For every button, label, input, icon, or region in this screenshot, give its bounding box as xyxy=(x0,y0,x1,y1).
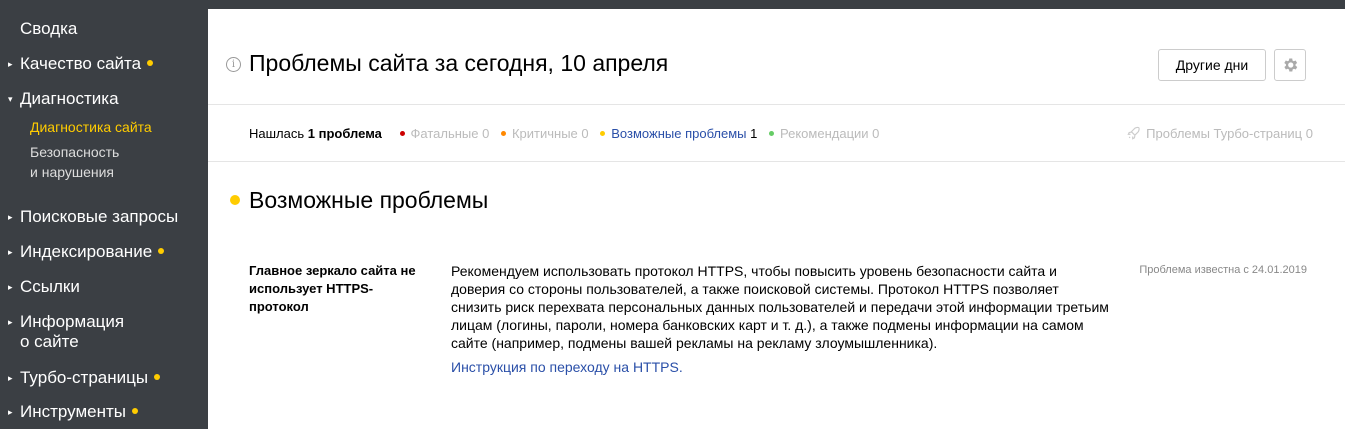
filter-label: Проблемы Турбо-страниц xyxy=(1146,126,1303,141)
chevron-down-icon: ▾ xyxy=(8,94,13,104)
sidebar-item-search-queries[interactable]: ▸ Поисковые запросы xyxy=(8,207,178,227)
sidebar-subitem-label: и нарушения xyxy=(30,164,115,180)
filter-label: Фатальные xyxy=(410,126,479,141)
sidebar-item-site-info[interactable]: ▸ Информация о сайте xyxy=(8,312,124,352)
chevron-right-icon: ▸ xyxy=(8,212,13,222)
status-dot xyxy=(154,374,161,380)
critical-dot xyxy=(500,131,506,136)
filter-recommendations[interactable]: Рекомендации 0 xyxy=(769,126,879,141)
filter-label: Рекомендации xyxy=(780,126,869,141)
problem-filters: Нашлась 1 проблема Фатальные 0 Критичные… xyxy=(208,105,1345,162)
sidebar-item-label: Информация xyxy=(20,312,125,331)
sidebar-subitem-label: Безопасность xyxy=(30,144,120,160)
sidebar-item-label: Поисковые запросы xyxy=(20,207,179,226)
chevron-right-icon: ▸ xyxy=(8,247,13,257)
problem-name: Главное зеркало сайта не использует HTTP… xyxy=(249,263,416,314)
filter-turbo-problems[interactable]: Проблемы Турбо-страниц 0 xyxy=(1127,126,1313,141)
found-summary: Нашлась 1 проблема xyxy=(249,126,382,141)
status-dot xyxy=(158,248,165,254)
status-dot xyxy=(147,60,154,66)
sidebar-item-links[interactable]: ▸ Ссылки xyxy=(8,277,80,297)
filter-label: Возможные проблемы xyxy=(611,126,747,141)
sidebar-item-label: Индексирование xyxy=(20,242,153,261)
filter-critical[interactable]: Критичные 0 xyxy=(500,126,589,141)
recommend-dot xyxy=(769,131,775,136)
filter-count: 0 xyxy=(872,126,880,141)
chevron-right-icon: ▸ xyxy=(8,373,13,383)
filter-count: 0 xyxy=(482,126,490,141)
sidebar-item-summary[interactable]: Сводка xyxy=(20,19,77,39)
sidebar-item-label: о сайте xyxy=(20,332,79,351)
gear-icon xyxy=(1284,58,1298,72)
chevron-right-icon: ▸ xyxy=(8,59,13,69)
problem-description: Рекомендуем использовать протокол HTTPS,… xyxy=(451,263,1109,351)
sidebar-item-diagnostics[interactable]: ▾ Диагностика xyxy=(8,89,119,109)
other-days-button[interactable]: Другие дни xyxy=(1158,49,1266,81)
info-icon[interactable]: i xyxy=(226,57,241,72)
sidebar-item-label: Сводка xyxy=(20,19,78,38)
sidebar-item-label: Турбо-страницы xyxy=(20,368,149,387)
sidebar-item-label: Диагностика xyxy=(20,89,119,108)
sidebar-subitem-site-diagnostics[interactable]: Диагностика сайта xyxy=(30,117,152,137)
settings-button[interactable] xyxy=(1274,49,1306,81)
https-instruction-link[interactable]: Инструкция по переходу на HTTPS. xyxy=(451,359,683,375)
chevron-right-icon: ▸ xyxy=(8,317,13,327)
status-dot xyxy=(132,408,139,414)
chevron-right-icon: ▸ xyxy=(8,282,13,292)
found-prefix: Нашлась xyxy=(249,126,305,141)
page-title: Проблемы сайта за сегодня, 10 апреля xyxy=(249,50,669,76)
rocket-icon xyxy=(1127,126,1140,140)
filter-fatal[interactable]: Фатальные 0 xyxy=(399,126,490,141)
page-header: i Проблемы сайта за сегодня, 10 апреля Д… xyxy=(208,9,1345,105)
sidebar-item-site-quality[interactable]: ▸ Качество сайта xyxy=(8,54,154,74)
filter-possible[interactable]: Возможные проблемы 1 xyxy=(600,126,757,141)
filter-count: 0 xyxy=(581,126,589,141)
sidebar-subitem-security[interactable]: Безопасность и нарушения xyxy=(30,142,119,182)
possible-dot xyxy=(600,131,606,136)
chevron-right-icon: ▸ xyxy=(8,407,13,417)
sidebar-item-label: Инструменты xyxy=(20,402,127,421)
found-count: 1 проблема xyxy=(307,126,382,141)
fatal-dot xyxy=(399,131,405,136)
sidebar-item-label: Качество сайта xyxy=(20,54,142,73)
sidebar-item-label: Ссылки xyxy=(20,277,80,296)
section-status-dot xyxy=(230,195,240,205)
main-content: i Проблемы сайта за сегодня, 10 апреля Д… xyxy=(208,9,1345,429)
filter-label: Критичные xyxy=(511,126,578,141)
sidebar-item-turbo-pages[interactable]: ▸ Турбо-страницы xyxy=(8,368,161,388)
section-title: Возможные проблемы xyxy=(249,187,489,213)
sidebar: Сводка ▸ Качество сайта ▾ Диагностика Диаг… xyxy=(0,0,208,429)
sidebar-item-tools[interactable]: ▸ Инструменты xyxy=(8,402,139,422)
filter-count: 1 xyxy=(750,126,758,141)
sidebar-item-indexing[interactable]: ▸ Индексирование xyxy=(8,242,165,262)
problem-known-since: Проблема известна с 24.01.2019 xyxy=(1139,264,1307,276)
filter-count: 0 xyxy=(1305,126,1313,141)
